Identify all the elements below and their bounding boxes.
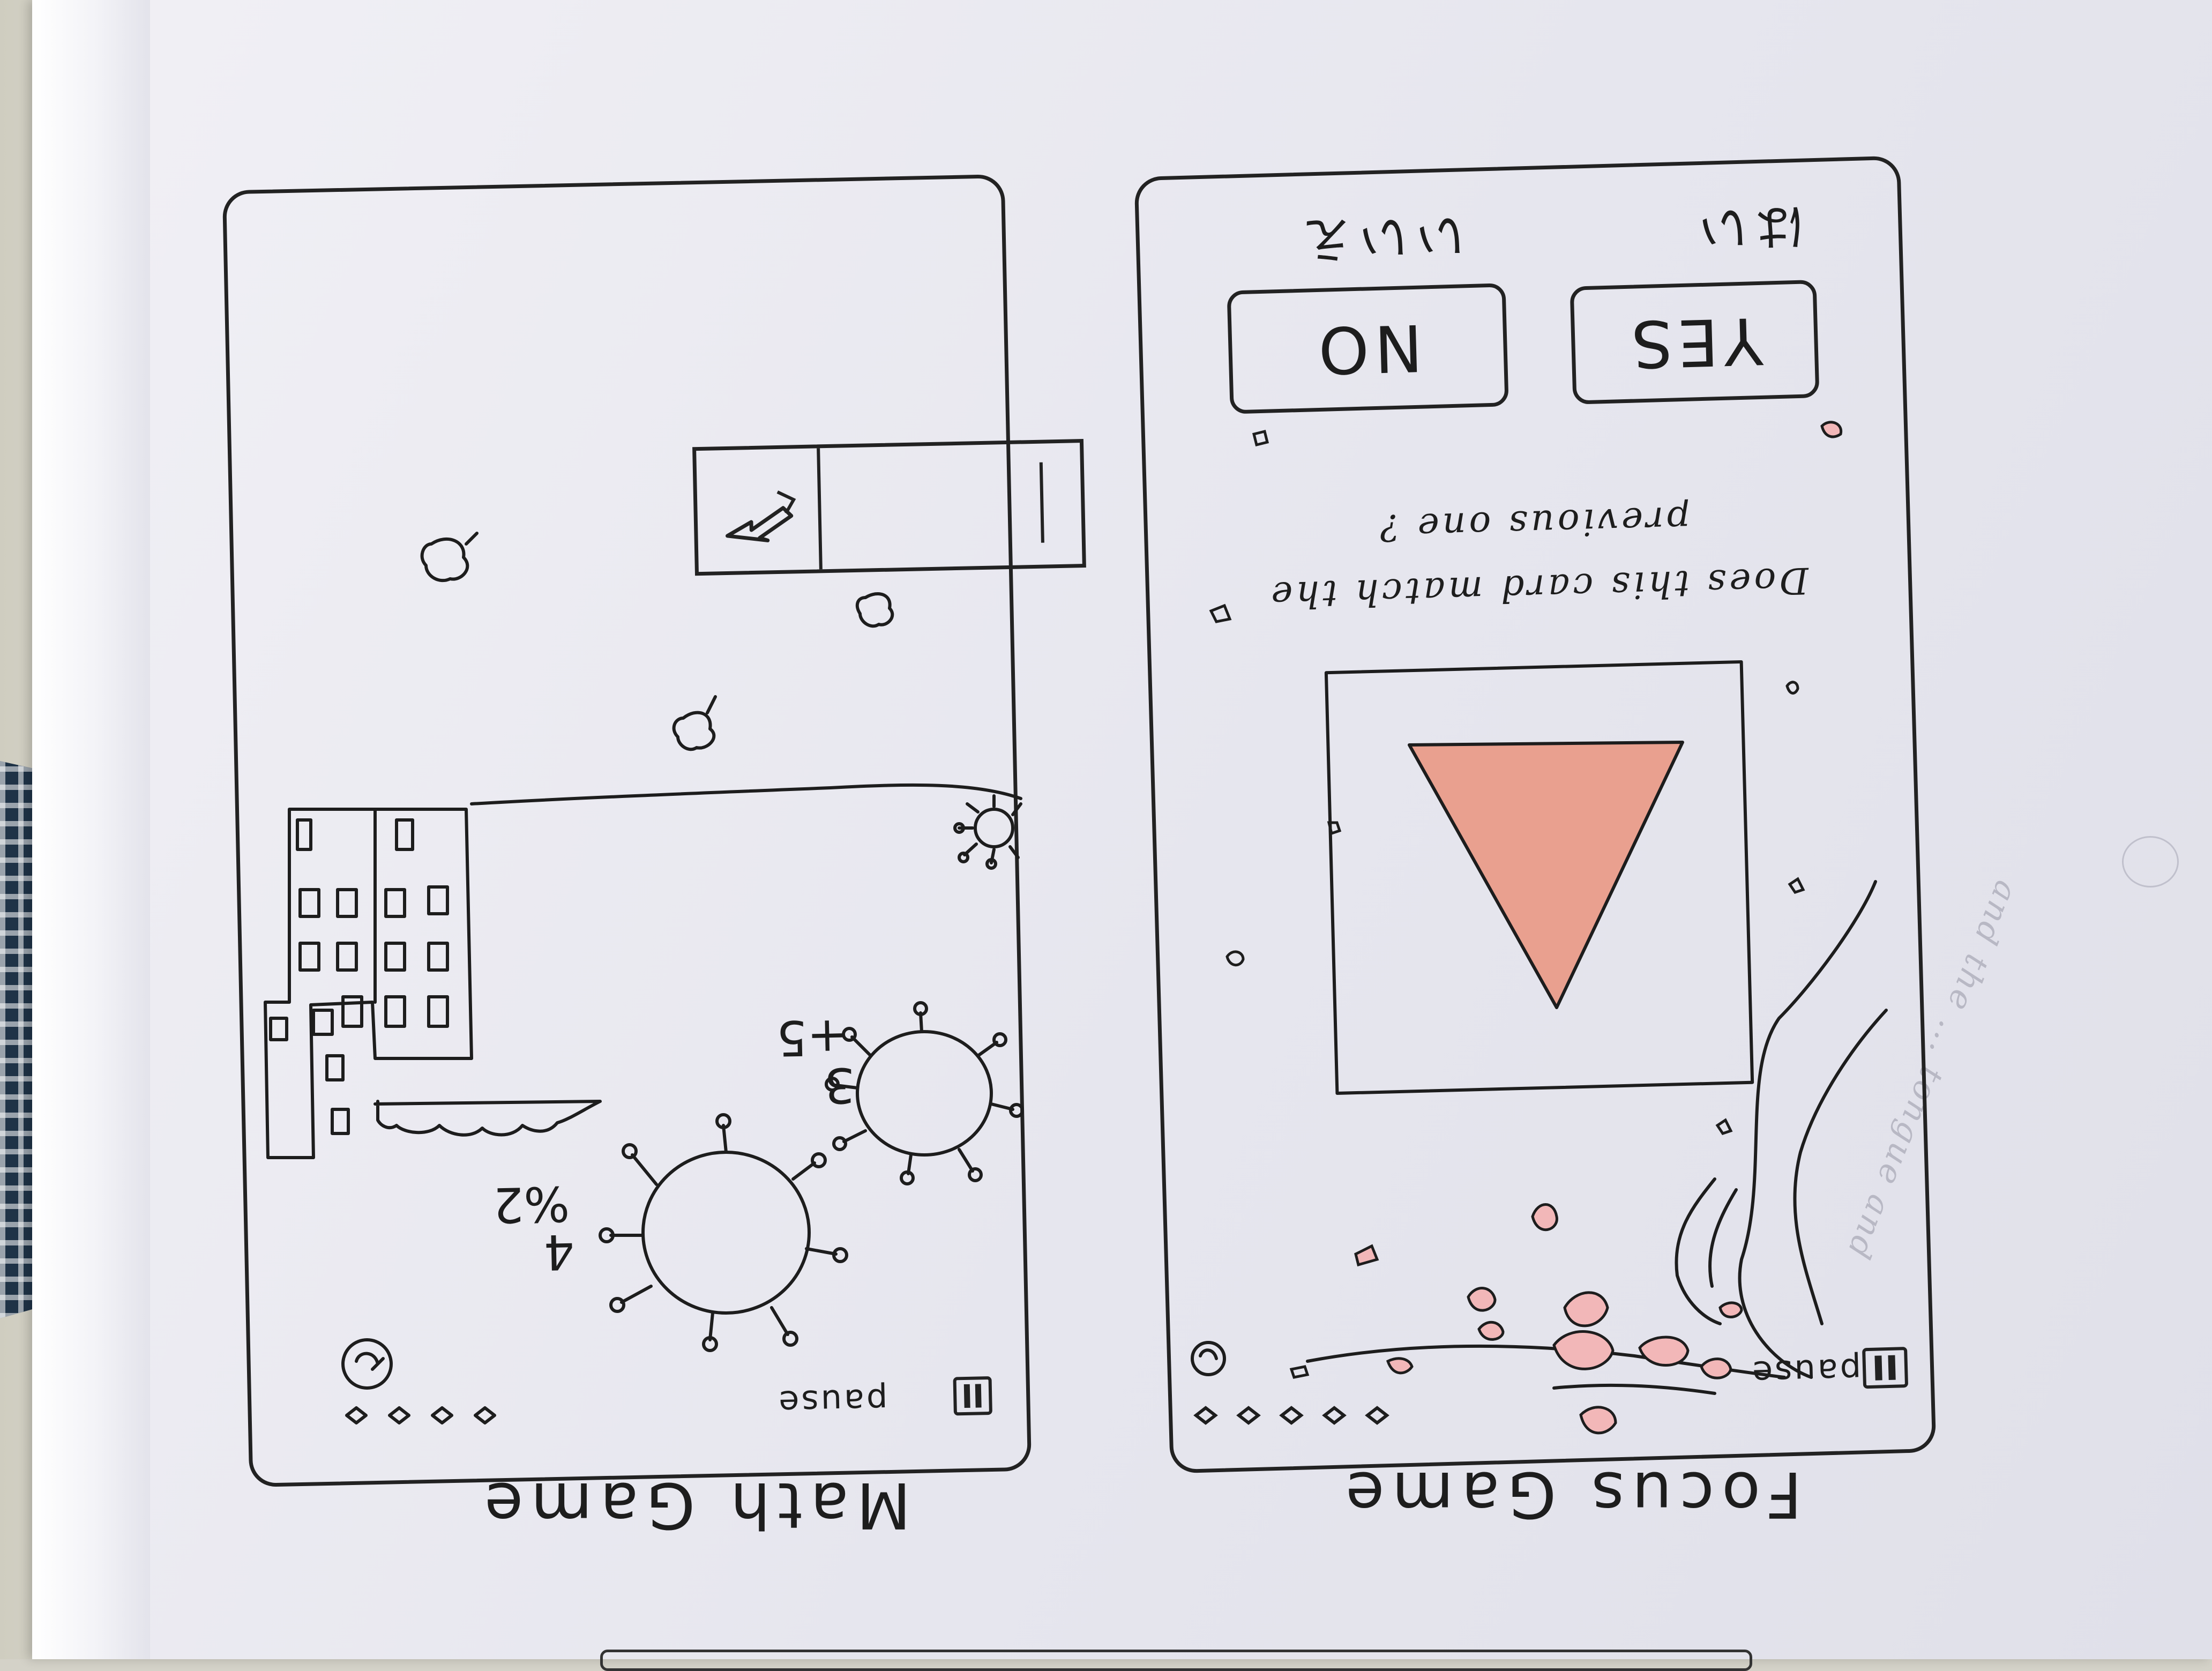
virus-small xyxy=(825,1001,1024,1185)
ink-sketch-overlay xyxy=(264,421,1888,1435)
city-buildings xyxy=(264,808,473,1159)
math-lives-hearts xyxy=(345,1406,496,1424)
germ-small-1 xyxy=(672,695,717,751)
germ-small-2 xyxy=(855,592,894,628)
ground-line xyxy=(470,783,1022,805)
focus-replay-icon xyxy=(1191,1341,1226,1376)
falling-petals xyxy=(1354,421,1843,1435)
card-triangle xyxy=(1408,741,1684,1009)
virus-large xyxy=(599,1113,848,1352)
germ-small-3 xyxy=(420,532,479,583)
sun-icon xyxy=(953,794,1022,870)
bush xyxy=(373,1100,602,1137)
focus-lives-hearts xyxy=(1193,1406,1389,1425)
math-replay-icon xyxy=(341,1338,393,1390)
